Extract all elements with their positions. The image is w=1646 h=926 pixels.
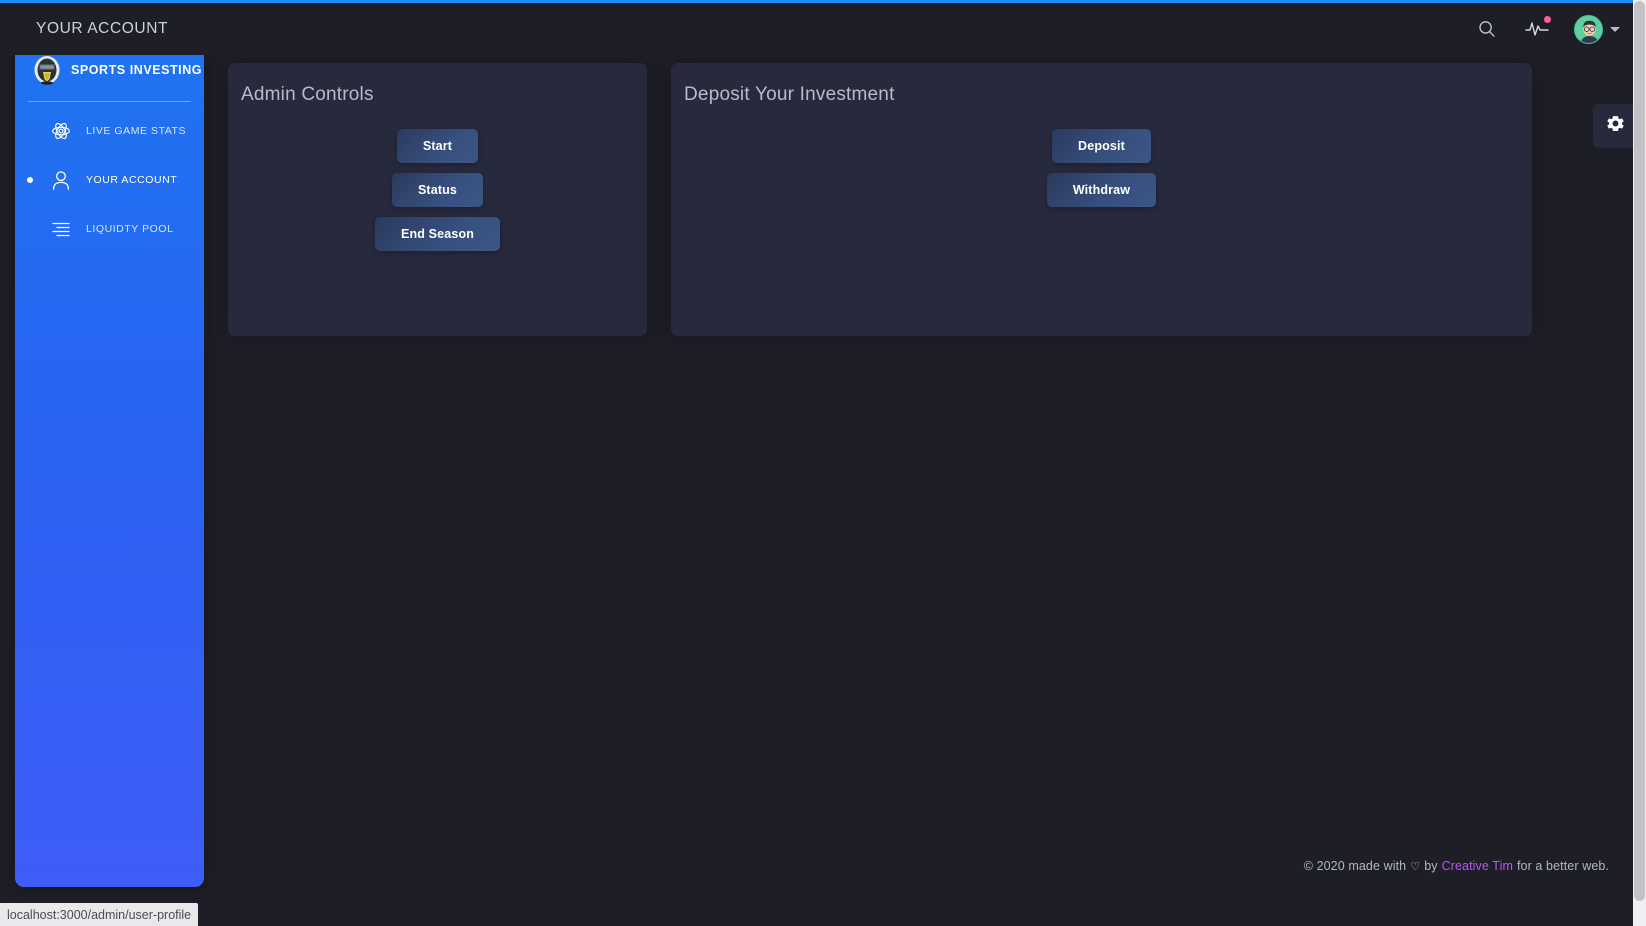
active-indicator-dot	[26, 177, 33, 183]
sidebar-item-label: LIQUIDTY POOL	[86, 223, 174, 235]
user-menu[interactable]	[1574, 14, 1620, 44]
sidebar-item-label: YOUR ACCOUNT	[86, 174, 178, 186]
atom-icon	[49, 119, 73, 143]
sidebar-item-live-game-stats[interactable]: LIVE GAME STATS	[27, 111, 192, 151]
browser-status-bar: localhost:3000/admin/user-profile	[0, 903, 199, 926]
page-scrollbar-thumb[interactable]	[1634, 1, 1645, 901]
header-actions	[1474, 14, 1620, 44]
status-button[interactable]: Status	[391, 173, 484, 207]
deposit-button-stack: Deposit Withdraw	[671, 129, 1532, 207]
user-icon	[49, 168, 73, 192]
footer: © 2020 made with ♡ by Creative Tim for a…	[1304, 859, 1609, 873]
status-bar-url: localhost:3000/admin/user-profile	[7, 907, 192, 922]
settings-panel-toggle[interactable]	[1593, 104, 1637, 148]
end-season-button[interactable]: End Season	[374, 217, 501, 251]
chevron-down-icon	[1610, 26, 1620, 32]
deposit-button[interactable]: Deposit	[1052, 129, 1151, 163]
sidebar: SPORTS INVESTING LIVE GAME STATS YOUR AC…	[15, 38, 204, 887]
top-header: YOUR ACCOUNT	[0, 3, 1646, 55]
sidebar-item-label: LIVE GAME STATS	[86, 125, 187, 137]
start-button[interactable]: Start	[396, 129, 479, 163]
footer-copyright: © 2020 made with	[1303, 859, 1407, 873]
main-content: Admin Controls Start Status End Season D…	[204, 55, 1646, 926]
page-loading-bar	[0, 0, 1646, 3]
footer-suffix: for a better web.	[1516, 859, 1609, 873]
avatar	[1574, 14, 1603, 44]
page-title: YOUR ACCOUNT	[36, 20, 169, 37]
sidebar-item-your-account[interactable]: YOUR ACCOUNT	[26, 160, 192, 200]
creative-tim-link[interactable]: Creative Tim	[1442, 859, 1513, 873]
admin-controls-card: Admin Controls Start Status End Season	[228, 63, 647, 336]
footer-by: by	[1424, 859, 1438, 873]
card-title: Deposit Your Investment	[684, 84, 895, 105]
gear-icon	[1605, 113, 1626, 139]
sidebar-item-liquidty-pool[interactable]: LIQUIDTY POOL	[27, 209, 192, 249]
admin-button-stack: Start Status End Season	[228, 129, 647, 251]
align-lines-icon	[49, 217, 73, 241]
deposit-investment-card: Deposit Your Investment Deposit Withdraw	[671, 63, 1532, 336]
brand-label: SPORTS INVESTING	[71, 63, 203, 77]
card-title: Admin Controls	[241, 84, 374, 105]
helmet-shield-logo	[33, 55, 61, 85]
activity-pulse-icon[interactable]	[1524, 16, 1551, 42]
withdraw-button[interactable]: Withdraw	[1046, 173, 1157, 207]
heart-icon: ♡	[1410, 860, 1421, 873]
search-icon[interactable]	[1474, 16, 1500, 42]
notification-badge	[1544, 16, 1551, 23]
